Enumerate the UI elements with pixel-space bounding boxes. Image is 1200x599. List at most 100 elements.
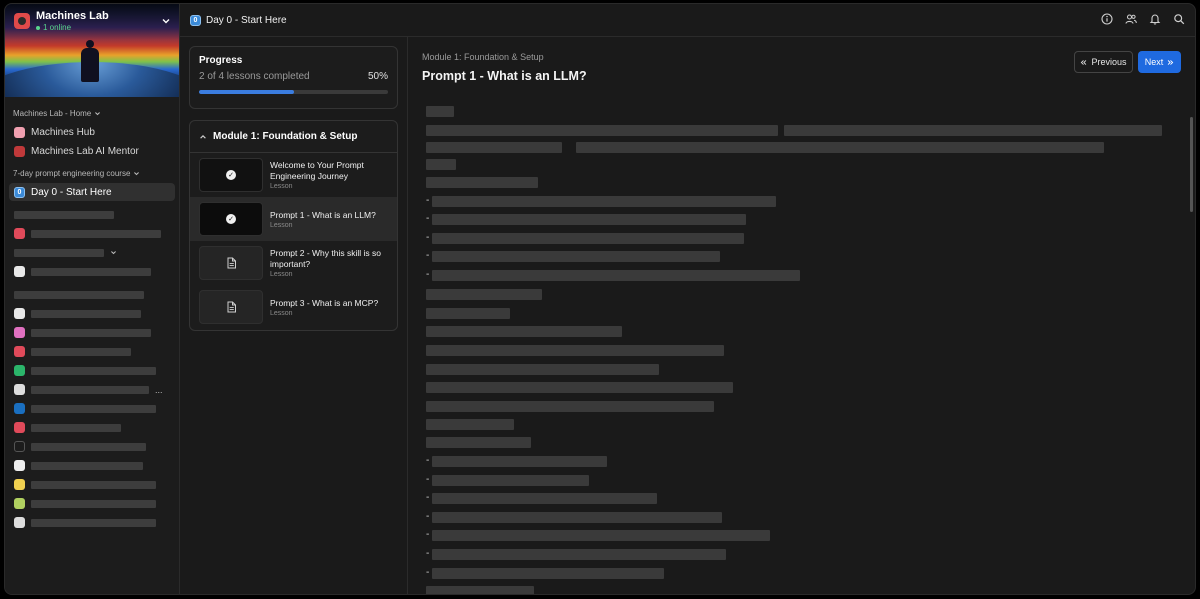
progress-title: Progress <box>199 55 243 66</box>
chart-icon <box>14 266 25 277</box>
next-button[interactable]: Next <box>1138 51 1181 73</box>
x-logo-icon <box>14 441 25 452</box>
more-icon[interactable]: ... <box>155 385 163 395</box>
online-status: 1 online <box>36 23 109 32</box>
redacted-text-line <box>432 475 589 486</box>
lesson-item[interactable]: Prompt 2 - Why this skill is so importan… <box>190 241 397 285</box>
lesson-module-label: Module 1: Foundation & Setup <box>422 52 544 62</box>
redacted-section <box>5 243 179 262</box>
redacted-item[interactable] <box>5 399 179 418</box>
list-bullet: - <box>426 511 430 522</box>
redacted-text-line <box>426 401 714 412</box>
lesson-thumbnail: ✓ <box>199 158 263 192</box>
redacted-item[interactable] <box>5 323 179 342</box>
banner-figure <box>79 40 101 84</box>
online-dot-icon <box>36 25 40 30</box>
redacted-text-line <box>426 289 542 300</box>
module-title: Module 1: Foundation & Setup <box>213 131 358 142</box>
section-home[interactable]: Machines Lab - Home <box>5 109 179 118</box>
redacted-text-line <box>432 233 744 244</box>
linkedin-icon <box>14 403 25 414</box>
members-icon[interactable] <box>1125 13 1137 25</box>
previous-button[interactable]: Previous <box>1074 51 1133 73</box>
top-actions <box>1101 13 1185 25</box>
lesson-content: Module 1: Foundation & Setup Prompt 1 - … <box>409 37 1195 594</box>
brain-icon <box>14 126 25 138</box>
sidebar: Machines Lab 1 online Machines Lab - Hom… <box>5 4 180 594</box>
progress-bar <box>199 90 388 94</box>
chevrons-left-icon <box>1081 59 1087 65</box>
document-icon <box>14 384 25 395</box>
redacted-text-line <box>432 196 776 207</box>
lesson-item[interactable]: ✓ Welcome to Your Prompt Engineering Jou… <box>190 153 397 197</box>
redacted-item[interactable] <box>5 304 179 323</box>
progress-bar-fill <box>199 90 294 94</box>
shapes-icon <box>14 327 25 338</box>
person-icon <box>14 517 25 528</box>
redacted-text-line <box>432 530 770 541</box>
redacted-section <box>5 205 179 224</box>
module-header[interactable]: Module 1: Foundation & Setup <box>190 121 397 153</box>
redacted-item[interactable] <box>5 342 179 361</box>
redacted-item[interactable] <box>5 361 179 380</box>
redacted-text-line <box>432 270 800 281</box>
list-bullet: - <box>426 269 430 280</box>
progress-completed-text: 2 of 4 lessons completed <box>199 71 310 82</box>
lesson-item-selected[interactable]: ✓ Prompt 1 - What is an LLM? Lesson <box>190 197 397 241</box>
lesson-thumbnail <box>199 290 263 324</box>
progress-percent: 50% <box>367 71 388 82</box>
section-course[interactable]: 7-day prompt engineering course <box>5 169 179 178</box>
community-name: Machines Lab <box>36 10 109 22</box>
sidebar-item-day-0[interactable]: 0 Day 0 - Start Here <box>9 183 175 201</box>
redacted-item[interactable] <box>5 494 179 513</box>
chevron-down-icon[interactable] <box>161 16 171 29</box>
community-logo-icon <box>14 13 30 29</box>
info-icon[interactable] <box>1101 13 1113 25</box>
redacted-text-line <box>426 419 514 430</box>
redacted-text-line <box>432 568 664 579</box>
lesson-thumbnail: ✓ <box>199 202 263 236</box>
list-bullet: - <box>426 455 430 466</box>
redacted-item[interactable] <box>5 262 179 281</box>
redacted-item[interactable] <box>5 437 179 456</box>
redacted-text-line <box>426 177 538 188</box>
redacted-text-line <box>426 308 510 319</box>
redacted-item[interactable] <box>5 418 179 437</box>
app-icon <box>14 346 25 357</box>
redacted-text-line <box>426 382 733 393</box>
community-banner: Machines Lab 1 online <box>5 4 179 97</box>
list-bullet: - <box>426 232 430 243</box>
redacted-section <box>5 285 179 304</box>
day-zero-icon: 0 <box>14 186 25 198</box>
redacted-item[interactable]: ... <box>5 380 179 399</box>
sidebar-item-machines-hub[interactable]: Machines Hub <box>9 123 175 141</box>
redacted-text-line <box>426 586 534 594</box>
search-icon[interactable] <box>1173 13 1185 25</box>
bell-icon[interactable] <box>1149 13 1161 25</box>
scrollbar[interactable] <box>1190 117 1193 212</box>
redacted-item[interactable] <box>5 456 179 475</box>
chevron-down-icon <box>95 112 101 116</box>
lesson-title: Prompt 1 - What is an LLM? <box>422 69 587 83</box>
redacted-text-line <box>426 142 562 153</box>
redacted-item[interactable] <box>5 224 179 243</box>
page-title: Day 0 - Start Here <box>206 14 287 26</box>
redacted-text-line <box>426 364 659 375</box>
list-bullet: - <box>426 567 430 578</box>
hundred-icon <box>14 460 25 471</box>
breadcrumb: 0 Day 0 - Start Here <box>180 14 287 26</box>
redacted-item[interactable] <box>5 513 179 532</box>
sidebar-item-ai-mentor[interactable]: Machines Lab AI Mentor <box>9 142 175 160</box>
document-icon <box>227 301 236 313</box>
community-switcher[interactable]: Machines Lab 1 online <box>14 10 109 32</box>
redacted-item[interactable] <box>5 475 179 494</box>
list-bullet: - <box>426 548 430 559</box>
check-circle-icon: ✓ <box>226 170 236 180</box>
minus-icon <box>14 365 25 376</box>
redacted-text-line <box>426 345 724 356</box>
lesson-item[interactable]: Prompt 3 - What is an MCP? Lesson <box>190 285 397 329</box>
chevron-down-icon <box>111 251 116 255</box>
chevron-up-icon <box>200 134 206 139</box>
redacted-text-line <box>432 214 746 225</box>
chart-icon <box>14 308 25 319</box>
